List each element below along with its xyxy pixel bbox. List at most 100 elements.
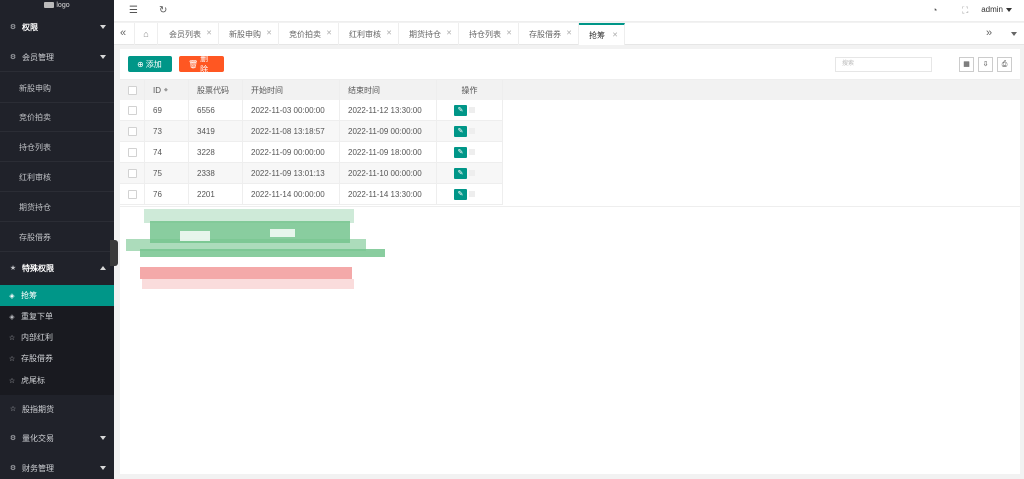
tabs-next-icon[interactable]: » xyxy=(986,27,992,39)
user-menu[interactable]: admin xyxy=(981,5,1012,14)
cell-end: 2022-11-09 18:00:00 xyxy=(340,142,437,162)
caret-down-icon xyxy=(1006,7,1012,12)
cell-code: 3419 xyxy=(189,121,243,141)
more-action[interactable] xyxy=(469,191,475,197)
column-header-id[interactable]: ID ◆ xyxy=(145,80,189,100)
sidebar-item-finance[interactable]: ⚙ 财务管理 xyxy=(0,457,114,479)
sidebar-item-quant-trading[interactable]: ⚙ 量化交易 xyxy=(0,427,114,449)
menu-toggle-icon[interactable]: ☰ xyxy=(129,5,138,16)
table-row: 69 6556 2022-11-03 00:00:00 2022-11-12 1… xyxy=(120,100,503,121)
tab-home[interactable]: ⌂ xyxy=(134,23,158,45)
pencil-icon: ✎ xyxy=(457,128,464,135)
edit-button[interactable]: ✎ xyxy=(454,188,467,200)
tab-auction[interactable]: 竞价拍卖 ✕ xyxy=(279,23,339,45)
table-header: ID ◆ 股票代码 开始时间 结束时间 操作 xyxy=(120,80,1020,100)
sidebar-item-futures-positions[interactable]: 期货持仓 xyxy=(0,196,114,218)
sidebar-item-internal-dividend[interactable]: ☆ 内部红利 xyxy=(0,327,114,348)
row-checkbox[interactable] xyxy=(128,147,137,157)
tab-dividend-review[interactable]: 红利审核 ✕ xyxy=(339,23,399,45)
close-icon[interactable]: ✕ xyxy=(446,29,452,37)
theme-icon[interactable]: ◔ xyxy=(932,5,937,15)
print-icon[interactable]: ⎙ xyxy=(997,57,1012,72)
tabs-dropdown-icon[interactable] xyxy=(1011,32,1017,36)
select-all-checkbox[interactable] xyxy=(128,85,137,95)
diamond-icon: ◈ xyxy=(9,313,15,321)
special-permission-submenu: ◈ 抢筹 ◈ 重复下单 ☆ 内部红利 ☆ 存股借券 ☆ 虎尾标 xyxy=(0,285,114,395)
more-action[interactable] xyxy=(469,107,475,113)
star-icon: ☆ xyxy=(8,355,16,363)
tab-stock-lending[interactable]: 存股借券 ✕ xyxy=(519,23,579,45)
cell-code: 2338 xyxy=(189,163,243,183)
cell-id: 69 xyxy=(145,100,189,120)
sidebar-item-members[interactable]: ⚙ 会员管理 xyxy=(0,46,114,68)
tab-ipo[interactable]: 新股申购 ✕ xyxy=(219,23,279,45)
sidebar-item-stock-lending[interactable]: 存股借券 xyxy=(0,226,114,248)
more-action[interactable] xyxy=(469,149,475,155)
sidebar-item-auction[interactable]: 竞价拍卖 xyxy=(0,106,114,128)
sidebar-item-index-futures[interactable]: ☆ 股指期货 xyxy=(0,398,114,420)
close-icon[interactable]: ✕ xyxy=(266,29,272,37)
more-action[interactable] xyxy=(469,128,475,134)
edit-button[interactable]: ✎ xyxy=(454,125,467,137)
cell-end: 2022-11-12 13:30:00 xyxy=(340,100,437,120)
tab-bar: « ⌂ 会员列表 ✕ 新股申购 ✕ 竞价拍卖 ✕ 红利审核 ✕ 期货持仓 ✕ 持仓列表 ✕ … xyxy=(114,23,1024,45)
tab-positions[interactable]: 持仓列表 ✕ xyxy=(459,23,519,45)
column-header-end: 结束时间 xyxy=(340,80,437,100)
sidebar-item-ipo[interactable]: 新股申购 xyxy=(0,77,114,99)
close-icon[interactable]: ✕ xyxy=(326,29,332,37)
top-header: ☰ ↻ ◔ ⛶ admin xyxy=(114,0,1024,22)
sidebar-item-dividend-review[interactable]: 红利审核 xyxy=(0,166,114,188)
close-icon[interactable]: ✕ xyxy=(206,29,212,37)
tabs-prev-icon[interactable]: « xyxy=(120,27,126,39)
main-content: ⊕ 添加 🗑 删除 搜索 ▦ ⇩ ⎙ ID ◆ 股票代码 开始时间 结束时间 操作 6… xyxy=(120,49,1020,474)
pencil-icon: ✎ xyxy=(457,149,464,156)
tab-member-list[interactable]: 会员列表 ✕ xyxy=(159,23,219,45)
cell-end: 2022-11-09 00:00:00 xyxy=(340,121,437,141)
gear-icon: ⚙ xyxy=(9,465,17,472)
cell-start: 2022-11-09 13:01:13 xyxy=(243,163,340,183)
row-checkbox[interactable] xyxy=(128,168,137,178)
row-checkbox[interactable] xyxy=(128,189,137,199)
star-icon: ☆ xyxy=(8,377,16,385)
add-button[interactable]: ⊕ 添加 xyxy=(128,56,172,72)
row-checkbox[interactable] xyxy=(128,105,137,115)
refresh-icon[interactable]: ↻ xyxy=(159,5,167,16)
edit-button[interactable]: ✎ xyxy=(454,146,467,158)
cell-start: 2022-11-08 13:18:57 xyxy=(243,121,340,141)
table-row: 75 2338 2022-11-09 13:01:13 2022-11-10 0… xyxy=(120,163,503,184)
sort-icon[interactable]: ◆ xyxy=(164,87,168,93)
tab-grab[interactable]: 抢筹 ✕ xyxy=(579,23,625,45)
more-action[interactable] xyxy=(469,170,475,176)
delete-button[interactable]: 🗑 删除 xyxy=(179,54,224,74)
column-header-actions: 操作 xyxy=(437,80,503,100)
sidebar-item-positions[interactable]: 持仓列表 xyxy=(0,136,114,158)
trash-icon: 🗑 xyxy=(188,59,199,69)
sidebar-item-permission[interactable]: ⚙ 权限 xyxy=(0,16,114,38)
columns-icon[interactable]: ▦ xyxy=(959,57,974,72)
cell-id: 73 xyxy=(145,121,189,141)
sidebar-item-stock-lending-2[interactable]: ☆ 存股借券 xyxy=(0,348,114,369)
close-icon[interactable]: ✕ xyxy=(566,29,572,37)
search-input[interactable]: 搜索 xyxy=(835,57,932,72)
gear-icon: ⚙ xyxy=(9,24,17,31)
export-icon[interactable]: ⇩ xyxy=(978,57,993,72)
star-icon: ☆ xyxy=(9,406,17,413)
edit-button[interactable]: ✎ xyxy=(454,104,467,116)
close-icon[interactable]: ✕ xyxy=(506,29,512,37)
sidebar-item-tiger-tail[interactable]: ☆ 虎尾标 xyxy=(0,370,114,391)
home-icon: ⌂ xyxy=(143,29,149,39)
close-icon[interactable]: ✕ xyxy=(386,29,392,37)
sidebar-item-special-permission[interactable]: ★ 特殊权限 xyxy=(0,257,114,279)
diamond-icon: ◈ xyxy=(9,292,15,300)
table-row: 73 3419 2022-11-08 13:18:57 2022-11-09 0… xyxy=(120,121,503,142)
close-icon[interactable]: ✕ xyxy=(612,31,618,39)
chevron-down-icon xyxy=(100,436,106,440)
fullscreen-icon[interactable]: ⛶ xyxy=(962,5,968,16)
row-checkbox[interactable] xyxy=(128,126,137,136)
edit-button[interactable]: ✎ xyxy=(454,167,467,179)
sidebar-collapse-handle[interactable] xyxy=(110,240,118,266)
sidebar-item-repeat-order[interactable]: ◈ 重复下单 xyxy=(0,306,114,327)
cell-end: 2022-11-14 13:30:00 xyxy=(340,184,437,204)
sidebar-item-grab[interactable]: ◈ 抢筹 xyxy=(0,285,114,306)
tab-futures-positions[interactable]: 期货持仓 ✕ xyxy=(399,23,459,45)
